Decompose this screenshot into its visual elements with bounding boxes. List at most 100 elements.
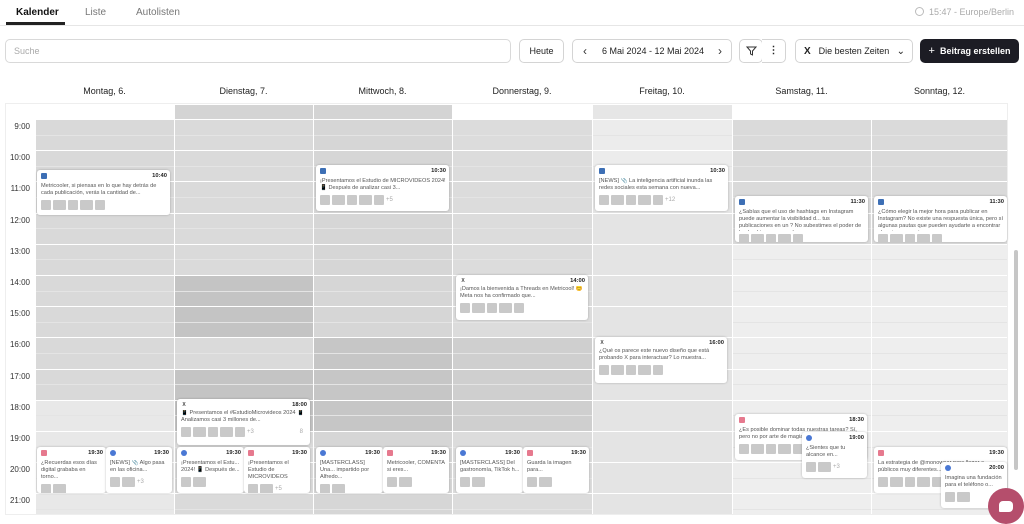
- time-slot[interactable]: [175, 306, 313, 322]
- time-slot[interactable]: [593, 275, 732, 291]
- time-slot[interactable]: [175, 119, 313, 135]
- time-slot[interactable]: [175, 353, 313, 369]
- time-slot[interactable]: [175, 509, 313, 514]
- time-slot[interactable]: [453, 150, 592, 166]
- time-slot[interactable]: [872, 243, 1007, 260]
- post-card[interactable]: 19:30 ¿Recuerdas esos días digital grabab…: [37, 447, 106, 493]
- time-slot[interactable]: [36, 134, 174, 151]
- tab-liste[interactable]: Liste: [85, 7, 106, 18]
- time-slot[interactable]: [453, 368, 592, 385]
- chat-button[interactable]: [988, 488, 1024, 524]
- create-post-button[interactable]: + Beitrag erstellen: [920, 39, 1019, 63]
- post-card[interactable]: 19:30 [MASTERCLASS] Una... impartido por …: [316, 447, 383, 493]
- time-slot[interactable]: [36, 290, 174, 307]
- time-slot[interactable]: [593, 431, 732, 447]
- time-slot[interactable]: [175, 197, 313, 213]
- time-slot[interactable]: [453, 353, 592, 369]
- time-slot[interactable]: [36, 259, 174, 275]
- time-slot[interactable]: [872, 353, 1007, 369]
- post-card[interactable]: 19:30 Metricooler, COMENTA si eres...: [383, 447, 449, 493]
- time-slot[interactable]: [593, 306, 732, 322]
- time-slot[interactable]: [175, 150, 313, 166]
- tab-kalender[interactable]: Kalender: [16, 7, 59, 18]
- time-slot[interactable]: [872, 181, 1007, 197]
- timezone-display[interactable]: 15:47 - Europe/Berlin: [914, 7, 1014, 17]
- time-slot[interactable]: [314, 259, 452, 275]
- post-card[interactable]: 19:30 Guarda la imagen para...: [523, 447, 589, 493]
- time-slot[interactable]: [36, 353, 174, 369]
- time-slot[interactable]: [733, 275, 871, 291]
- time-slot[interactable]: [36, 104, 174, 119]
- time-slot[interactable]: [453, 119, 592, 135]
- time-slot[interactable]: [872, 368, 1007, 385]
- post-card[interactable]: 19:00 ¿Sientes que tu alcance en... +3: [802, 432, 867, 478]
- more-options-button[interactable]: ⋮: [762, 39, 786, 63]
- search-input[interactable]: [5, 39, 511, 63]
- time-slot[interactable]: [872, 306, 1007, 322]
- time-slot[interactable]: [593, 399, 732, 416]
- time-slot[interactable]: [733, 306, 871, 322]
- time-slot[interactable]: [453, 134, 592, 151]
- time-slot[interactable]: [593, 150, 732, 166]
- time-slot[interactable]: [733, 477, 871, 494]
- time-slot[interactable]: [36, 275, 174, 291]
- time-slot[interactable]: [872, 321, 1007, 338]
- time-slot[interactable]: [314, 384, 452, 400]
- time-slot[interactable]: [314, 399, 452, 416]
- best-times-dropdown[interactable]: X Die besten Zeiten ⌄: [795, 39, 913, 63]
- time-slot[interactable]: [453, 104, 592, 119]
- time-slot[interactable]: [453, 243, 592, 260]
- time-slot[interactable]: [36, 431, 174, 447]
- date-range-label[interactable]: 6 Mai 2024 - 12 Mai 2024: [597, 46, 709, 56]
- time-slot[interactable]: [453, 493, 592, 509]
- time-slot[interactable]: [175, 337, 313, 353]
- time-slot[interactable]: [733, 104, 871, 119]
- time-slot[interactable]: [36, 306, 174, 322]
- time-slot[interactable]: [453, 321, 592, 338]
- time-slot[interactable]: [36, 509, 174, 514]
- time-slot[interactable]: [36, 384, 174, 400]
- time-slot[interactable]: [453, 509, 592, 514]
- time-slot[interactable]: [593, 493, 732, 509]
- time-slot[interactable]: [314, 228, 452, 244]
- time-slot[interactable]: [872, 337, 1007, 353]
- post-card[interactable]: 10:30 ¡Presentamos el Estudio de MICROVID…: [316, 165, 449, 211]
- time-slot[interactable]: [314, 119, 452, 135]
- time-slot[interactable]: [593, 384, 732, 400]
- time-slot[interactable]: [733, 290, 871, 307]
- time-slot[interactable]: [453, 181, 592, 197]
- time-slot[interactable]: [593, 321, 732, 338]
- time-slot[interactable]: [314, 337, 452, 353]
- time-slot[interactable]: [175, 368, 313, 385]
- time-slot[interactable]: [733, 384, 871, 400]
- time-slot[interactable]: [453, 431, 592, 447]
- time-slot[interactable]: [872, 384, 1007, 400]
- time-slot[interactable]: [175, 321, 313, 338]
- time-slot[interactable]: [733, 259, 871, 275]
- post-card[interactable]: X 14:00 ¡Damos la bienvenida a Threads en …: [456, 275, 588, 320]
- time-slot[interactable]: [175, 243, 313, 260]
- post-card[interactable]: 11:30 ¿Cómo elegir la mejor hora para pub…: [874, 196, 1007, 242]
- time-slot[interactable]: [175, 104, 313, 119]
- time-slot[interactable]: [872, 275, 1007, 291]
- time-slot[interactable]: [314, 212, 452, 229]
- next-week-button[interactable]: ›: [709, 40, 731, 62]
- time-slot[interactable]: [314, 290, 452, 307]
- time-slot[interactable]: [593, 119, 732, 135]
- post-card[interactable]: 19:30 ¡Presentamos el Estudio de MICROVID…: [244, 447, 310, 493]
- time-slot[interactable]: [175, 212, 313, 229]
- time-slot[interactable]: [872, 134, 1007, 151]
- time-slot[interactable]: [733, 243, 871, 260]
- tab-autolisten[interactable]: Autolisten: [136, 7, 180, 18]
- time-slot[interactable]: [36, 337, 174, 353]
- time-slot[interactable]: [314, 150, 452, 166]
- time-slot[interactable]: [593, 462, 732, 478]
- time-slot[interactable]: [733, 150, 871, 166]
- time-slot[interactable]: [593, 134, 732, 151]
- time-slot[interactable]: [314, 243, 452, 260]
- time-slot[interactable]: [593, 290, 732, 307]
- time-slot[interactable]: [36, 243, 174, 260]
- post-card[interactable]: 10:40 Metricooler, si piensas en lo que h…: [37, 170, 170, 215]
- time-slot[interactable]: [733, 134, 871, 151]
- time-slot[interactable]: [314, 415, 452, 431]
